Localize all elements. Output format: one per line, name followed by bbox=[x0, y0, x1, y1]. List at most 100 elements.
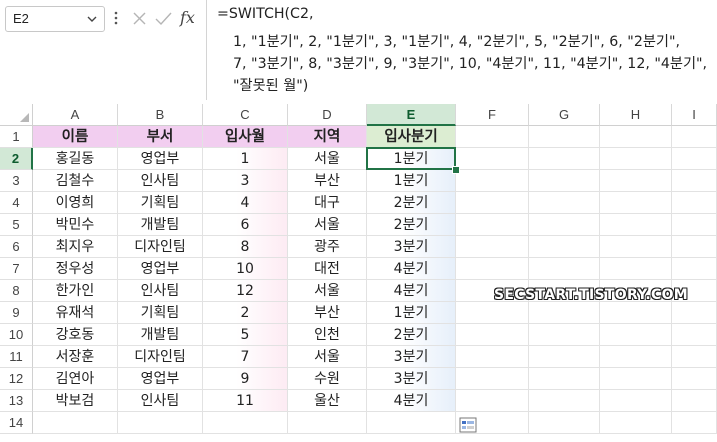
table-cell[interactable]: 인사팀 bbox=[118, 390, 203, 412]
table-cell[interactable]: 10 bbox=[203, 258, 288, 280]
table-cell[interactable]: 개발팀 bbox=[118, 324, 203, 346]
cell-f4[interactable] bbox=[456, 192, 529, 214]
cell-i9[interactable] bbox=[672, 302, 717, 324]
cell-i3[interactable] bbox=[672, 170, 717, 192]
table-cell[interactable]: 1 bbox=[203, 148, 288, 170]
cell-i7[interactable] bbox=[672, 258, 717, 280]
column-header-b[interactable]: B bbox=[118, 104, 203, 126]
table-header-cell[interactable]: 입사월 bbox=[203, 126, 288, 148]
table-cell[interactable]: 부산 bbox=[288, 170, 367, 192]
table-cell[interactable]: 대구 bbox=[288, 192, 367, 214]
table-cell[interactable]: 수원 bbox=[288, 368, 367, 390]
table-cell[interactable]: 최지우 bbox=[33, 236, 118, 258]
table-cell[interactable]: 4분기 bbox=[367, 280, 456, 302]
table-cell[interactable]: 9 bbox=[203, 368, 288, 390]
table-cell[interactable]: 1분기 bbox=[367, 170, 456, 192]
table-cell[interactable]: 2분기 bbox=[367, 324, 456, 346]
row-header-3[interactable]: 3 bbox=[0, 170, 33, 192]
fx-icon[interactable]: fx bbox=[180, 8, 200, 28]
row-header-5[interactable]: 5 bbox=[0, 214, 33, 236]
table-cell[interactable]: 박민수 bbox=[33, 214, 118, 236]
table-cell[interactable]: 강호동 bbox=[33, 324, 118, 346]
table-cell[interactable]: 대전 bbox=[288, 258, 367, 280]
cell-h11[interactable] bbox=[600, 346, 672, 368]
cell-h14[interactable] bbox=[600, 412, 672, 434]
cell-i5[interactable] bbox=[672, 214, 717, 236]
row-header-7[interactable]: 7 bbox=[0, 258, 33, 280]
cell-h4[interactable] bbox=[600, 192, 672, 214]
cell-g6[interactable] bbox=[529, 236, 600, 258]
close-icon[interactable] bbox=[132, 11, 147, 26]
table-cell[interactable]: 서울 bbox=[288, 214, 367, 236]
chevron-down-icon[interactable] bbox=[87, 16, 97, 23]
table-cell[interactable]: 4분기 bbox=[367, 390, 456, 412]
cell-g5[interactable] bbox=[529, 214, 600, 236]
table-cell[interactable]: 이영희 bbox=[33, 192, 118, 214]
table-cell[interactable]: 서울 bbox=[288, 346, 367, 368]
table-cell[interactable]: 정우성 bbox=[33, 258, 118, 280]
table-cell[interactable]: 광주 bbox=[288, 236, 367, 258]
table-cell[interactable]: 홍길동 bbox=[33, 148, 118, 170]
table-cell[interactable]: 서울 bbox=[288, 280, 367, 302]
table-header-cell[interactable]: 지역 bbox=[288, 126, 367, 148]
cell-d14[interactable] bbox=[288, 412, 367, 434]
check-icon[interactable] bbox=[155, 11, 172, 26]
cell-h13[interactable] bbox=[600, 390, 672, 412]
cell-h12[interactable] bbox=[600, 368, 672, 390]
table-cell[interactable]: 인천 bbox=[288, 324, 367, 346]
cell-i14[interactable] bbox=[672, 412, 717, 434]
cell-h9[interactable] bbox=[600, 302, 672, 324]
cell-f10[interactable] bbox=[456, 324, 529, 346]
cell-g1[interactable] bbox=[529, 126, 600, 148]
table-cell[interactable]: 2분기 bbox=[367, 214, 456, 236]
cell-h6[interactable] bbox=[600, 236, 672, 258]
table-cell[interactable]: 김철수 bbox=[33, 170, 118, 192]
table-cell[interactable]: 울산 bbox=[288, 390, 367, 412]
table-cell[interactable]: 한가인 bbox=[33, 280, 118, 302]
cell-g10[interactable] bbox=[529, 324, 600, 346]
row-header-10[interactable]: 10 bbox=[0, 324, 33, 346]
table-cell[interactable]: 2 bbox=[203, 302, 288, 324]
row-header-4[interactable]: 4 bbox=[0, 192, 33, 214]
cell-f1[interactable] bbox=[456, 126, 529, 148]
table-cell[interactable]: 기획팀 bbox=[118, 302, 203, 324]
row-header-14[interactable]: 14 bbox=[0, 412, 33, 434]
table-cell[interactable]: 영업부 bbox=[118, 148, 203, 170]
cell-h2[interactable] bbox=[600, 148, 672, 170]
table-cell[interactable]: 디자인팀 bbox=[118, 346, 203, 368]
column-header-h[interactable]: H bbox=[600, 104, 672, 126]
table-cell[interactable]: 영업부 bbox=[118, 368, 203, 390]
cell-i4[interactable] bbox=[672, 192, 717, 214]
table-cell[interactable]: 12 bbox=[203, 280, 288, 302]
table-cell[interactable]: 부산 bbox=[288, 302, 367, 324]
table-header-cell[interactable]: 입사분기 bbox=[367, 126, 456, 148]
table-cell[interactable]: 3분기 bbox=[367, 368, 456, 390]
cell-h10[interactable] bbox=[600, 324, 672, 346]
row-header-12[interactable]: 12 bbox=[0, 368, 33, 390]
cell-i2[interactable] bbox=[672, 148, 717, 170]
cell-g4[interactable] bbox=[529, 192, 600, 214]
table-cell[interactable]: 디자인팀 bbox=[118, 236, 203, 258]
cell-h3[interactable] bbox=[600, 170, 672, 192]
table-cell[interactable]: 4 bbox=[203, 192, 288, 214]
cell-h7[interactable] bbox=[600, 258, 672, 280]
column-header-f[interactable]: F bbox=[456, 104, 529, 126]
table-cell[interactable]: 서울 bbox=[288, 148, 367, 170]
table-cell[interactable]: 2분기 bbox=[367, 192, 456, 214]
cell-g11[interactable] bbox=[529, 346, 600, 368]
table-cell[interactable]: 8 bbox=[203, 236, 288, 258]
table-cell[interactable]: 서장훈 bbox=[33, 346, 118, 368]
row-header-2[interactable]: 2 bbox=[0, 148, 33, 170]
kebab-icon[interactable] bbox=[113, 9, 119, 27]
column-header-e[interactable]: E bbox=[367, 104, 456, 126]
table-cell[interactable]: 인사팀 bbox=[118, 280, 203, 302]
table-cell[interactable]: 박보검 bbox=[33, 390, 118, 412]
column-header-a[interactable]: A bbox=[33, 104, 118, 126]
column-header-i[interactable]: I bbox=[672, 104, 717, 126]
cell-f2[interactable] bbox=[456, 148, 529, 170]
name-box[interactable]: E2 bbox=[5, 6, 105, 32]
cell-h1[interactable] bbox=[600, 126, 672, 148]
cell-i6[interactable] bbox=[672, 236, 717, 258]
cell-g12[interactable] bbox=[529, 368, 600, 390]
table-cell[interactable]: 11 bbox=[203, 390, 288, 412]
